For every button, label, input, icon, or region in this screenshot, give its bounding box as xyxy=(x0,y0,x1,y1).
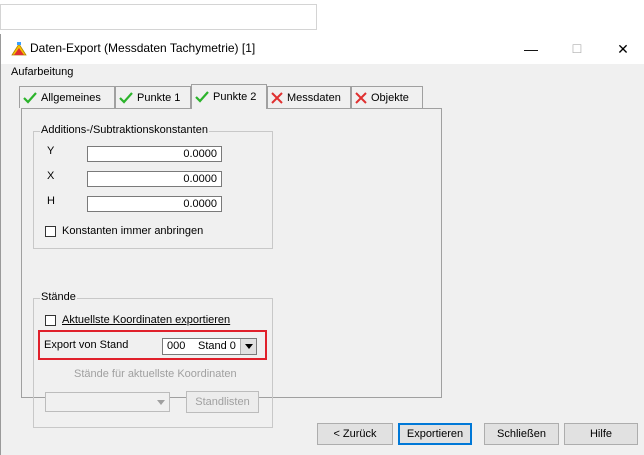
label-y: Y xyxy=(47,145,55,157)
current-coords-select[interactable] xyxy=(45,392,170,412)
constant-h-field[interactable]: 0.0000 xyxy=(87,196,222,212)
export-from-stand-label: Export von Stand xyxy=(44,339,129,351)
constants-always-checkbox[interactable] xyxy=(45,226,56,237)
cross-icon xyxy=(271,91,283,104)
stands-group: Stände Aktuellste Koordinaten exportiere… xyxy=(33,291,273,428)
current-coords-label: Stände für aktuellste Koordinaten xyxy=(74,368,237,380)
chevron-down-icon[interactable] xyxy=(240,339,256,354)
standlisten-button[interactable]: Standlisten xyxy=(186,391,259,413)
constants-always-label: Konstanten immer anbringen xyxy=(62,225,204,237)
app-icon xyxy=(11,42,27,56)
constant-y-field[interactable]: 0.0000 xyxy=(87,146,222,162)
stand-name: Stand 0 xyxy=(198,340,236,352)
stand-select[interactable]: 000 Stand 0 xyxy=(162,338,257,355)
constant-x-field[interactable]: 0.0000 xyxy=(87,171,222,187)
chevron-down-icon xyxy=(153,393,169,411)
back-button[interactable]: < Zurück xyxy=(317,423,393,445)
latest-coords-checkbox[interactable] xyxy=(45,315,56,326)
constants-group: Additions-/Subtraktionskonstanten Y 0.00… xyxy=(33,124,273,249)
check-icon xyxy=(195,91,209,103)
top-input-box[interactable] xyxy=(0,4,317,30)
export-button[interactable]: Exportieren xyxy=(398,423,472,445)
title-bar: Daten-Export (Messdaten Tachymetrie) [1]… xyxy=(1,34,644,64)
minimize-button[interactable]: — xyxy=(508,34,554,64)
label-x: X xyxy=(47,170,55,182)
tab-objekte[interactable]: Objekte xyxy=(351,86,423,108)
group-title: Stände xyxy=(40,291,77,303)
label-h: H xyxy=(47,195,55,207)
stand-number: 000 xyxy=(167,340,186,352)
tab-allgemeines[interactable]: Allgemeines xyxy=(19,86,115,108)
close-button[interactable]: ✕ xyxy=(600,34,644,64)
tab-punkte-1[interactable]: Punkte 1 xyxy=(115,86,191,108)
tab-label: Allgemeines xyxy=(41,91,101,104)
tab-label: Punkte 2 xyxy=(213,91,257,103)
cross-icon xyxy=(355,91,367,104)
menu-item-aufarbeitung[interactable]: Aufarbeitung xyxy=(11,66,73,78)
close-dialog-button[interactable]: Schließen xyxy=(484,423,559,445)
check-icon xyxy=(23,91,37,104)
tab-messdaten[interactable]: Messdaten xyxy=(267,86,351,108)
group-title: Additions-/Subtraktionskonstanten xyxy=(40,124,209,136)
dialog-window: Daten-Export (Messdaten Tachymetrie) [1]… xyxy=(0,34,644,455)
tab-label: Messdaten xyxy=(287,91,341,104)
maximize-button[interactable]: ☐ xyxy=(554,34,600,64)
tab-label: Punkte 1 xyxy=(137,91,181,104)
tab-label: Objekte xyxy=(371,91,409,104)
menu-bar: Aufarbeitung xyxy=(1,64,644,82)
window-title: Daten-Export (Messdaten Tachymetrie) [1] xyxy=(30,41,256,55)
tab-panel-punkte-2: Additions-/Subtraktionskonstanten Y 0.00… xyxy=(21,108,442,428)
tab-punkte-2[interactable]: Punkte 2 xyxy=(191,84,267,109)
check-icon xyxy=(119,91,133,104)
latest-coords-label: Aktuellste Koordinaten exportieren xyxy=(62,314,231,326)
help-button[interactable]: Hilfe xyxy=(564,423,638,445)
